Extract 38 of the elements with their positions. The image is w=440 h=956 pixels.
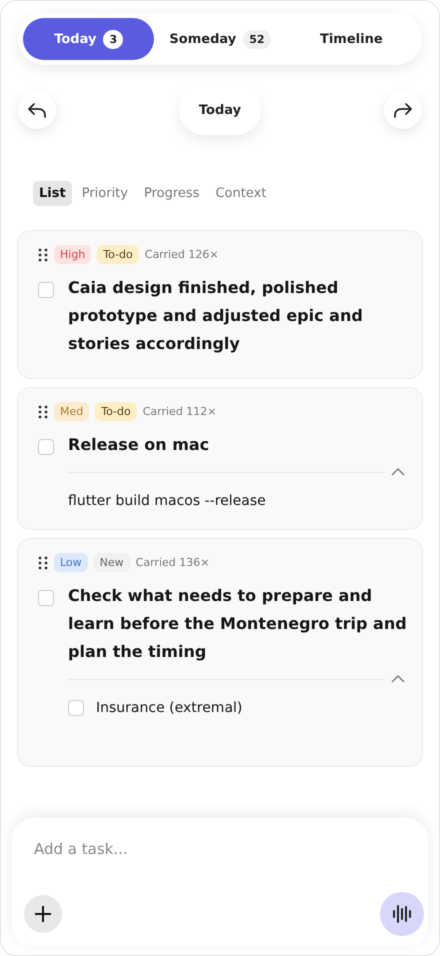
carried-count: Carried 126×	[144, 248, 219, 261]
add-button[interactable]	[24, 895, 62, 933]
tag: Low	[54, 553, 88, 572]
count-badge: 52	[243, 30, 271, 48]
drag-handle-icon[interactable]	[38, 404, 48, 418]
view-tab[interactable]: Context	[209, 181, 272, 206]
tag: High	[54, 245, 92, 264]
redo-button[interactable]	[384, 91, 422, 129]
subtask-checkbox[interactable]	[68, 700, 84, 716]
checkbox[interactable]	[38, 590, 54, 606]
carried-count: Carried 112×	[142, 405, 217, 418]
task-title: Caia design finished, polished prototype and adjusted epic and stories accordingly	[68, 277, 364, 355]
tab[interactable]: Today 3	[23, 18, 154, 60]
task-title: Check what needs to prepare and learn before the Montenegro trip and plan the timing	[68, 585, 408, 663]
carried-count: Carried 136×	[136, 556, 210, 569]
drag-handle-icon[interactable]	[38, 556, 48, 570]
view-tab[interactable]: Progress	[138, 181, 206, 206]
checkbox[interactable]	[38, 439, 54, 455]
tag: Med	[54, 402, 90, 421]
task-note: flutter build macos --release	[68, 493, 267, 509]
plus-icon	[33, 904, 53, 924]
tag: To-do	[97, 245, 139, 264]
task-title: Release on mac	[68, 434, 210, 456]
view-tab[interactable]: List	[33, 181, 72, 206]
checkbox[interactable]	[38, 282, 54, 298]
tag: To-do	[95, 402, 137, 421]
view-tab[interactable]: Priority	[76, 181, 134, 206]
voice-button[interactable]	[380, 892, 424, 936]
drag-handle-icon[interactable]	[38, 248, 48, 262]
waveform-icon	[390, 902, 414, 926]
task-input[interactable]: Add a task...	[24, 840, 416, 858]
tab[interactable]: Someday 52	[154, 18, 286, 60]
subtask-label: Insurance (extremal)	[96, 700, 242, 716]
tab[interactable]: Timeline	[286, 18, 417, 60]
undo-button[interactable]	[18, 91, 56, 129]
count-badge: 3	[103, 30, 124, 48]
day-button[interactable]: Today	[178, 85, 262, 135]
tag: New	[94, 553, 130, 572]
